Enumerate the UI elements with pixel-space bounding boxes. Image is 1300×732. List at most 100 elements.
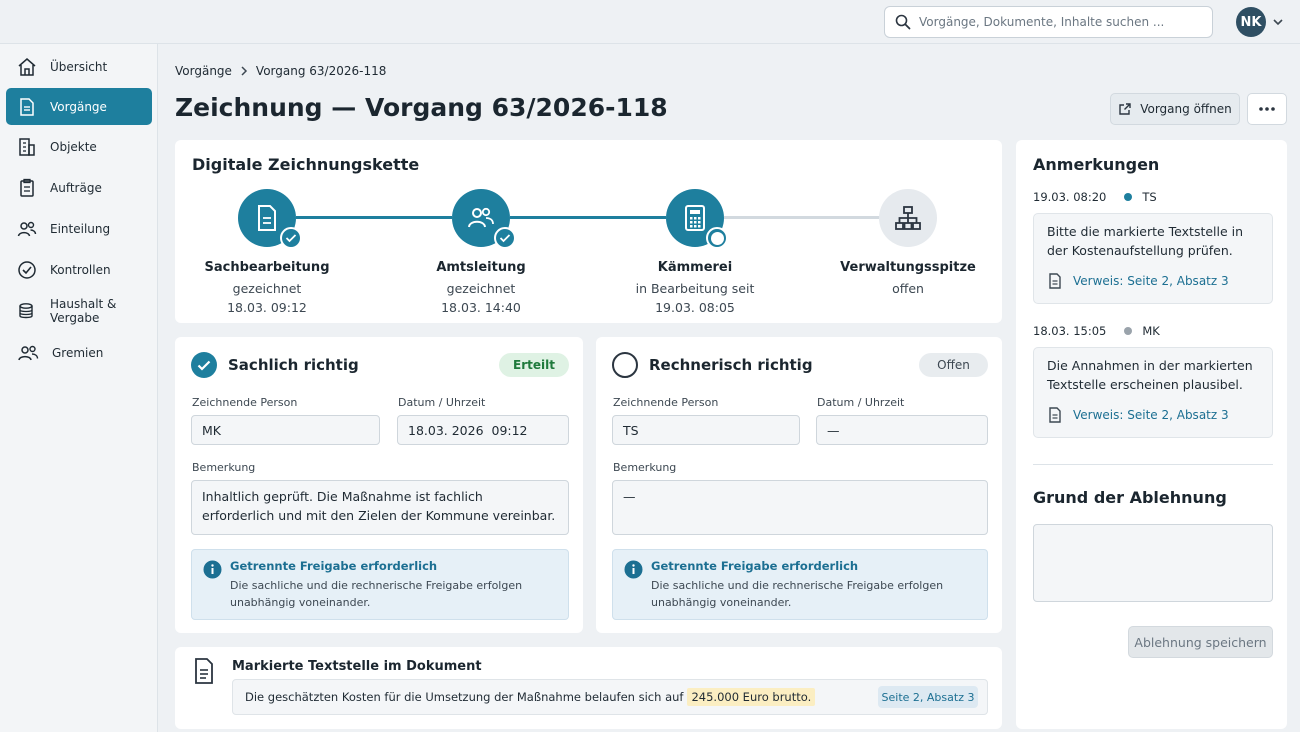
pending-circle-icon: [612, 352, 638, 378]
sachlich-datetime-field[interactable]: 18.03. 2026 09:12: [397, 415, 569, 445]
step-status: in Bearbeitung seit: [635, 281, 755, 296]
notes-title: Anmerkungen: [1033, 155, 1160, 174]
approved-check-icon: [191, 352, 217, 378]
page-reference-badge[interactable]: Seite 2, Absatz 3: [878, 686, 978, 708]
sidebar: Übersicht Vorgänge Objekte Aufträge Eint…: [0, 44, 158, 732]
step-name: Sachbearbeitung: [204, 260, 330, 275]
sachlich-info-box: Getrennte Freigabe erforderlich Die sach…: [191, 549, 569, 620]
sidebar-item-kontrollen[interactable]: Kontrollen: [6, 251, 152, 288]
group-icon: [18, 345, 39, 360]
step-status: gezeichnet: [446, 281, 516, 296]
rechnerisch-title: Rechnerisch richtig: [649, 356, 813, 374]
chevron-right-icon: [241, 66, 247, 76]
search-placeholder: Vorgänge, Dokumente, Inhalte suchen ...: [919, 15, 1165, 29]
note-time: 19.03. 08:20: [1033, 190, 1107, 204]
marked-text-title: Markierte Textstelle im Dokument: [232, 659, 482, 674]
chain-step-amtsleitung: Amtsleitung gezeichnet 18.03. 14:40: [396, 189, 566, 317]
check-badge-icon: [494, 227, 516, 249]
rechnerisch-info-box: Getrennte Freigabe erforderlich Die sach…: [612, 549, 988, 620]
breadcrumb-root-link[interactable]: Vorgänge: [175, 64, 232, 78]
datetime-label: Datum / Uhrzeit: [817, 396, 905, 409]
remark-label: Bemerkung: [613, 461, 677, 474]
sidebar-item-einteilung[interactable]: Einteilung: [6, 210, 152, 247]
home-icon: [18, 57, 36, 76]
info-text: Die sachliche und die rechnerische Freig…: [651, 579, 944, 609]
step-time: 19.03. 08:05: [655, 300, 735, 315]
step-status: offen: [892, 281, 924, 296]
step-time: 18.03. 09:12: [227, 300, 307, 315]
sidebar-item-label: Haushalt & Vergabe: [50, 296, 117, 325]
sidebar-item-uebersicht[interactable]: Übersicht: [6, 48, 152, 85]
breadcrumb-current: Vorgang 63/2026-118: [255, 64, 387, 78]
page-title: Zeichnung — Vorgang 63/2026-118: [175, 93, 668, 122]
chain-step-sachbearbeitung: Sachbearbeitung gezeichnet 18.03. 09:12: [182, 189, 352, 317]
note-card: Bitte die markierte Textstelle in der Ko…: [1033, 213, 1273, 304]
note-reference-text: Verweis: Seite 2, Absatz 3: [1073, 408, 1229, 422]
sidebar-item-label: Vorgänge: [50, 99, 107, 114]
note-card: Die Annahmen in der markierten Textstell…: [1033, 347, 1273, 438]
sidebar-item-label: Objekte: [50, 139, 97, 154]
person-label: Zeichnende Person: [192, 396, 298, 409]
document-icon: [258, 205, 276, 231]
avatar[interactable]: NK: [1236, 7, 1266, 37]
info-title: Getrennte Freigabe erforderlich: [651, 559, 859, 573]
note-author: TS: [1142, 190, 1157, 204]
signature-chain-title: Digitale Zeichnungskette: [192, 155, 420, 174]
sachlich-title: Sachlich richtig: [228, 356, 359, 374]
note-text: Die Annahmen in der markierten Textstell…: [1047, 358, 1253, 392]
step-status: gezeichnet: [232, 281, 302, 296]
note-reference-link[interactable]: Verweis: Seite 2, Absatz 3: [1048, 273, 1229, 289]
sidebar-item-vorgaenge[interactable]: Vorgänge: [6, 88, 152, 125]
sidebar-item-gremien[interactable]: Gremien: [6, 334, 152, 371]
sidebar-item-label: Übersicht: [50, 59, 108, 74]
datetime-label: Datum / Uhrzeit: [398, 396, 486, 409]
sachlich-remark-field[interactable]: Inhaltlich geprüft. Die Maßnahme ist fac…: [191, 480, 569, 535]
search-icon: [895, 14, 911, 30]
remark-label: Bemerkung: [192, 461, 256, 474]
marked-text-box: Die geschätzten Kosten für die Umsetzung…: [232, 679, 988, 715]
sachlich-person-field[interactable]: MK: [191, 415, 380, 445]
note-author-dot: [1124, 327, 1133, 335]
note-meta: 18.03. 15:05 MK: [1033, 324, 1160, 338]
top-bar: Vorgänge, Dokumente, Inhalte suchen ... …: [0, 0, 1300, 44]
divider: [1033, 464, 1273, 465]
rechnerisch-datetime-field[interactable]: —: [816, 415, 988, 445]
more-horizontal-icon: [1259, 107, 1275, 111]
document-icon: [195, 658, 213, 684]
sidebar-item-auftraege[interactable]: Aufträge: [6, 169, 152, 206]
info-icon: [624, 560, 643, 579]
step-time: 18.03. 14:40: [441, 300, 521, 315]
users-icon: [17, 221, 37, 236]
more-actions-button[interactable]: [1247, 93, 1287, 125]
calculator-icon: [685, 205, 705, 231]
sidebar-item-label: Aufträge: [50, 180, 102, 195]
note-time: 18.03. 15:05: [1033, 324, 1107, 338]
clipboard-icon: [20, 178, 34, 197]
note-reference-text: Verweis: Seite 2, Absatz 3: [1073, 274, 1229, 288]
sidebar-item-label: Gremien: [52, 345, 104, 360]
check-circle-icon: [18, 260, 36, 279]
note-text: Bitte die markierte Textstelle in der Ko…: [1047, 224, 1244, 258]
reject-reason-field[interactable]: [1033, 524, 1273, 602]
step-name: Amtsleitung: [436, 260, 526, 275]
open-case-button[interactable]: Vorgang öffnen: [1110, 93, 1240, 125]
chain-step-verwaltungsspitze: Verwaltungsspitze offen: [823, 189, 993, 298]
sidebar-item-objekte[interactable]: Objekte: [6, 128, 152, 165]
sidebar-item-label: Kontrollen: [50, 262, 111, 277]
note-reference-link[interactable]: Verweis: Seite 2, Absatz 3: [1048, 407, 1229, 423]
status-badge-erteilt: Erteilt: [499, 353, 569, 377]
sidebar-item-haushalt[interactable]: Haushalt & Vergabe: [6, 292, 152, 329]
rechnerisch-remark-field[interactable]: —: [612, 480, 988, 535]
status-badge-offen: Offen: [919, 353, 988, 377]
marked-text: Die geschätzten Kosten für die Umsetzung…: [245, 690, 684, 704]
document-icon: [1049, 273, 1061, 289]
save-rejection-button[interactable]: Ablehnung speichern: [1128, 626, 1273, 658]
chevron-down-icon[interactable]: [1272, 16, 1284, 28]
step-name: Verwaltungsspitze: [840, 260, 976, 275]
search-input[interactable]: Vorgänge, Dokumente, Inhalte suchen ...: [884, 6, 1213, 38]
document-icon: [1049, 407, 1061, 423]
rechnerisch-person-field[interactable]: TS: [612, 415, 800, 445]
check-badge-icon: [280, 227, 302, 249]
external-link-icon: [1119, 103, 1131, 115]
note-author: MK: [1142, 324, 1160, 338]
